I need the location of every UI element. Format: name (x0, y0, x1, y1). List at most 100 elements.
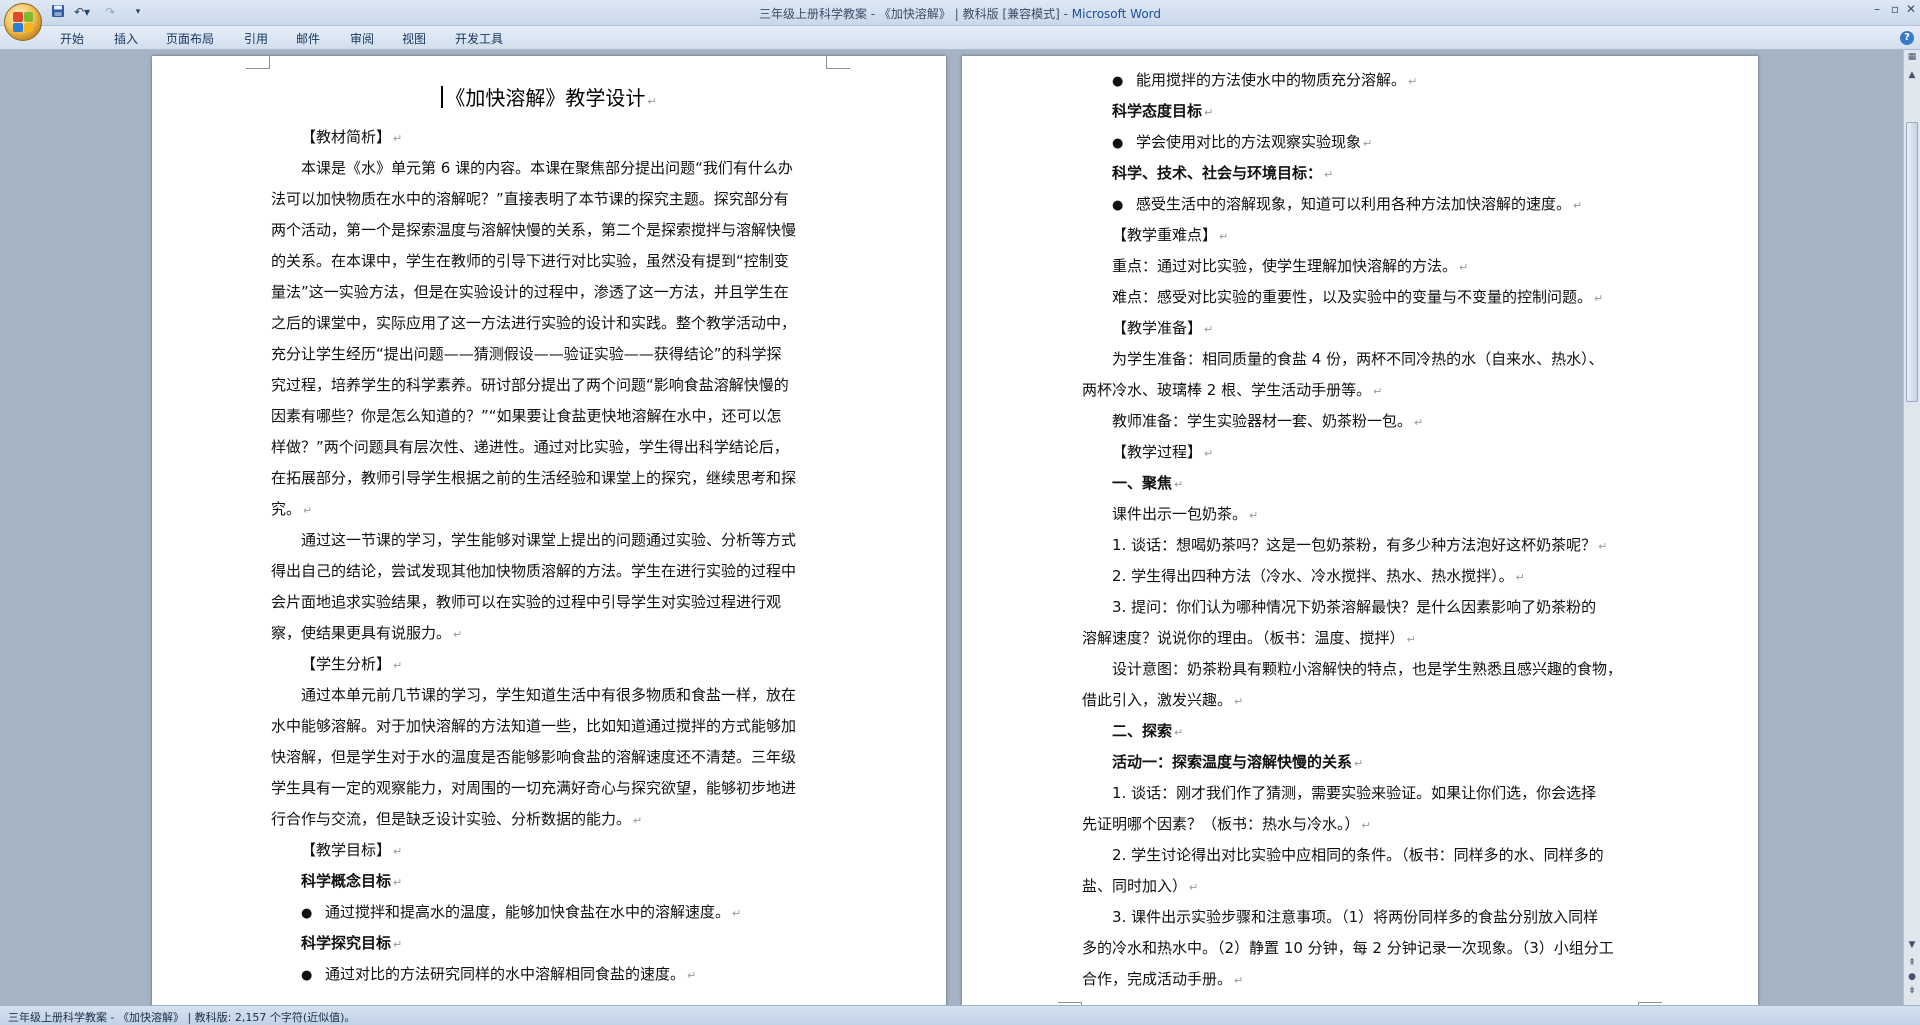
tab-developer[interactable]: 开发工具 (455, 30, 503, 47)
line-text: 学生具有一定的观察能力，对周围的一切充满好奇心与探究欲望，能够初步地进 (271, 779, 797, 797)
page-body: 能用搅拌的方法使水中的物质充分溶解。↵科学态度目标↵学会使用对比的方法观察实验现… (1082, 65, 1622, 995)
tab-home[interactable]: 开始 (60, 30, 84, 47)
text-line: 1. 谈话：刚才我们作了猜测，需要实验来验证。如果让你们选，你会选择 (1082, 778, 1622, 809)
tab-review[interactable]: 审阅 (350, 30, 374, 47)
previous-page-icon[interactable]: ⇞ (1904, 958, 1920, 972)
bold-heading: 科学、技术、社会与环境目标： (1112, 164, 1323, 182)
paragraph-mark: ↵ (1174, 478, 1184, 491)
line-text: 通过本单元前几节课的学习，学生知道生活中有很多物质和食盐一样，放在 (301, 686, 797, 704)
text-line: 学生具有一定的观察能力，对周围的一切充满好奇心与探究欲望，能够初步地进 (271, 773, 796, 804)
paragraph-mark: ↵ (1204, 447, 1214, 460)
page-right[interactable]: 能用搅拌的方法使水中的物质充分溶解。↵科学态度目标↵学会使用对比的方法观察实验现… (962, 56, 1758, 1005)
paragraph-mark: ↵ (453, 628, 463, 641)
text-cursor (441, 86, 444, 108)
line-text: 1. 谈话：想喝奶茶吗？这是一包奶茶粉，有多少种方法泡好这杯奶茶呢？ (1112, 536, 1597, 554)
tab-insert[interactable]: 插入 (114, 30, 138, 47)
next-page-icon[interactable]: ⇟ (1904, 986, 1920, 1000)
text-line: 活动一：探索温度与溶解快慢的关系 ↵ (1082, 747, 1622, 778)
document-area[interactable]: 《加快溶解》教学设计 ↵ 【教材简析】 ↵ 本课是《水》单元第 6 课的内容。本课在聚… (0, 50, 1903, 1005)
text-line: 1. 谈话：想喝奶茶吗？这是一包奶茶粉，有多少种方法泡好这杯奶茶呢？ ↵ (1082, 530, 1622, 561)
line-text: 会片面地追求实验结果，教师可以在实验的过程中引导学生对实验过程进行观 (271, 593, 782, 611)
text-line: 【教学重难点】 ↵ (1082, 220, 1622, 251)
paragraph-mark: ↵ (303, 504, 313, 517)
text-line: 样做？”两个问题具有层次性、递进性。通过对比实验，学生得出科学结论后， (271, 432, 796, 463)
line-text: 【教学目标】 (301, 841, 392, 859)
line-text: 快溶解，但是学生对于水的温度是否能够影响食盐的溶解速度还不清楚。三年级 (271, 748, 797, 766)
line-text: 溶解速度？说说你的理由。（板书：温度、搅拌） (1082, 629, 1405, 647)
bullet-item: 能用搅拌的方法使水中的物质充分溶解。 (1112, 71, 1406, 89)
bold-heading: 二、探索 (1112, 722, 1173, 740)
status-text: 三年级上册科学教案 - 《加快溶解》 | 教科版: 2,157 个字符(近似值)… (8, 1011, 356, 1024)
text-line: 先证明哪个因素？（板书：热水与冷水。） ↵ (1082, 809, 1622, 840)
paragraph-mark: ↵ (633, 814, 643, 827)
paragraph-mark: ↵ (1459, 261, 1469, 274)
text-line: 一、聚焦 ↵ (1082, 468, 1622, 499)
minimize-button[interactable]: – (1868, 2, 1886, 18)
paragraph-mark: ↵ (1324, 168, 1334, 181)
scroll-thumb[interactable] (1906, 122, 1918, 402)
paragraph-mark: ↵ (1234, 974, 1244, 987)
tab-mailings[interactable]: 邮件 (296, 30, 320, 47)
document-heading: 《加快溶解》教学设计 ↵ (152, 82, 946, 111)
paragraph-mark: ↵ (1249, 509, 1259, 522)
select-browse-object-icon[interactable]: ● (1904, 972, 1920, 986)
text-line: 为学生准备：相同质量的食盐 4 份，两杯不同冷热的水（自来水、热水）、 (1082, 344, 1622, 375)
line-text: 水中能够溶解。对于加快溶解的方法知道一些，比如知道通过搅拌的方式能够加 (271, 717, 797, 735)
text-line: 究。 ↵ (271, 494, 796, 525)
office-button[interactable] (4, 3, 42, 41)
app-name: Microsoft Word (1071, 7, 1162, 21)
tab-view[interactable]: 视图 (402, 30, 426, 47)
line-text: 课件出示一包奶茶。 (1112, 505, 1248, 523)
line-text: 察，使结果更具有说服力。 (271, 624, 452, 642)
text-line: 能用搅拌的方法使水中的物质充分溶解。↵ (1082, 65, 1622, 96)
text-line: 合作，完成活动手册。 ↵ (1082, 964, 1622, 995)
scroll-up-icon[interactable]: ▲ (1904, 70, 1920, 84)
scroll-down-icon[interactable]: ▼ (1904, 940, 1920, 954)
paragraph-mark: ↵ (1373, 385, 1383, 398)
line-text: 究过程，培养学生的科学素养。研讨部分提出了两个问题“影响食盐溶解快慢的 (271, 376, 789, 394)
text-line: 【教学目标】 ↵ (271, 835, 796, 866)
text-line: 因素有哪些？你是怎么知道的？”“如果要让食盐更快地溶解在水中，还可以怎 (271, 401, 796, 432)
text-line: 【学生分析】 ↵ (271, 649, 796, 680)
crop-mark (246, 55, 270, 69)
status-bar: 三年级上册科学教案 - 《加快溶解》 | 教科版: 2,157 个字符(近似值)… (0, 1005, 1920, 1025)
text-line: 教师准备：学生实验器材一套、奶茶粉一包。 ↵ (1082, 406, 1622, 437)
vertical-scrollbar[interactable]: ▦ ▲ ▼ ⇞ ● ⇟ (1903, 50, 1920, 1005)
line-text: 3. 提问：你们认为哪种情况下奶茶溶解最快？是什么因素影响了奶茶粉的 (1112, 598, 1597, 616)
page-left[interactable]: 《加快溶解》教学设计 ↵ 【教材简析】 ↵ 本课是《水》单元第 6 课的内容。本课在聚… (152, 55, 946, 1005)
bold-heading: 科学态度目标 (1112, 102, 1203, 120)
page-body: 【教材简析】 ↵ 本课是《水》单元第 6 课的内容。本课在聚焦部分提出问题“我们有什… (271, 122, 796, 990)
paragraph-mark: ↵ (1361, 819, 1371, 832)
tab-page-layout[interactable]: 页面布局 (166, 30, 214, 47)
text-line: 充分让学生经历“提出问题——猜测假设——验证实验——获得结论”的科学探 (271, 339, 796, 370)
line-text: 【教材简析】 (301, 128, 392, 146)
paragraph-mark: ↵ (1594, 292, 1604, 305)
paragraph-mark: ↵ (393, 845, 403, 858)
line-text: 行合作与交流，但是缺乏设计实验、分析数据的能力。 (271, 810, 632, 828)
text-line: 通过搅拌和提高水的温度，能够加快食盐在水中的溶解速度。↵ (271, 897, 796, 928)
line-text: 借此引入，激发兴趣。 (1082, 691, 1233, 709)
paragraph-mark: ↵ (393, 132, 403, 145)
tab-references[interactable]: 引用 (244, 30, 268, 47)
line-text: 通过这一节课的学习，学生能够对课堂上提出的问题通过实验、分析等方式 (301, 531, 797, 549)
text-line: 【教学准备】 ↵ (1082, 313, 1622, 344)
text-line: 究过程，培养学生的科学素养。研讨部分提出了两个问题“影响食盐溶解快慢的 (271, 370, 796, 401)
line-text: 两杯冷水、玻璃棒 2 根、学生活动手册等。 (1082, 381, 1372, 399)
bullet-item: 感受生活中的溶解现象，知道可以利用各种方法加快溶解的速度。 (1112, 195, 1571, 213)
paragraph-mark: ↵ (647, 95, 657, 108)
line-text: 为学生准备：相同质量的食盐 4 份，两杯不同冷热的水（自来水、热水）、 (1112, 350, 1604, 368)
text-line: 之后的课堂中，实际应用了这一方法进行实验的设计和实践。整个教学活动中， (271, 308, 796, 339)
line-text: 在拓展部分，教师引导学生根据之前的生活经验和课堂上的探究，继续思考和探 (271, 469, 797, 487)
text-line: 3. 提问：你们认为哪种情况下奶茶溶解最快？是什么因素影响了奶茶粉的 (1082, 592, 1622, 623)
help-icon[interactable]: ? (1900, 31, 1914, 45)
paragraph-mark: ↵ (1234, 695, 1244, 708)
text-line: 的关系。在本课中，学生在教师的引导下进行对比实验，虽然没有提到“控制变 (271, 246, 796, 277)
line-text: 【教学重难点】 (1112, 226, 1218, 244)
close-button[interactable]: ✕ (1902, 2, 1920, 18)
ribbon-tabs: 开始 插入 页面布局 引用 邮件 审阅 视图 开发工具 ? (0, 26, 1920, 50)
text-line: 会片面地追求实验结果，教师可以在实验的过程中引导学生对实验过程进行观 (271, 587, 796, 618)
text-line: 得出自己的结论，尝试发现其他加快物质溶解的方法。学生在进行实验的过程中 (271, 556, 796, 587)
text-line: 科学态度目标 ↵ (1082, 96, 1622, 127)
office-logo-icon (13, 12, 33, 32)
ruler-toggle-icon[interactable]: ▦ (1904, 52, 1920, 66)
